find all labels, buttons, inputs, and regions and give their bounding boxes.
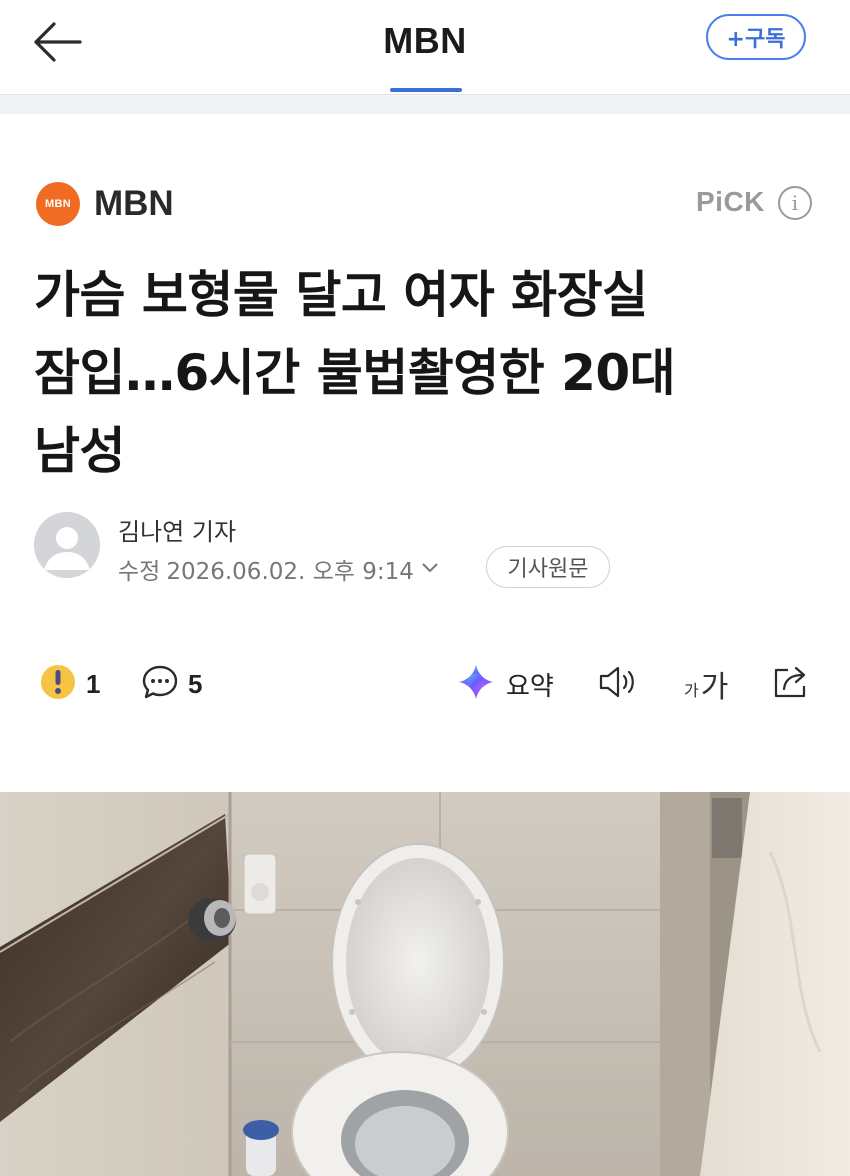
reaction-count: 1 <box>86 668 101 699</box>
font-size-large-label: 가 <box>700 670 729 705</box>
section-divider <box>0 94 850 114</box>
original-article-button[interactable]: 기사원문 <box>486 546 610 588</box>
summary-button[interactable]: 요약 <box>456 656 554 712</box>
modified-label: 수정 <box>118 559 161 585</box>
article-headline: 가슴 보형물 달고 여자 화장실 잠입…6시간 불법촬영한 20대 남성 <box>34 256 824 490</box>
info-icon[interactable]: i <box>778 186 812 220</box>
summary-label: 요약 <box>506 671 554 702</box>
article-action-bar: 1 5 요약 가 가 <box>0 656 850 716</box>
article-photo[interactable] <box>0 792 850 1176</box>
headline-line: 가슴 보형물 달고 여자 화장실 <box>34 266 648 324</box>
ai-summary-icon <box>456 662 496 706</box>
listen-button[interactable] <box>596 656 640 712</box>
comment-icon <box>140 662 180 706</box>
headline-line: 잠입…6시간 불법촬영한 20대 <box>34 344 676 402</box>
comment-button[interactable]: 5 <box>140 656 202 712</box>
reporter-name[interactable]: 김나연 기자 <box>118 512 236 547</box>
share-button[interactable] <box>770 656 814 712</box>
top-nav: MBN +구독 <box>0 0 850 94</box>
pick-badge: PiCK <box>696 186 765 217</box>
subscribe-button[interactable]: +구독 <box>706 14 806 60</box>
speaker-icon <box>596 662 640 706</box>
avatar-icon[interactable] <box>34 512 100 578</box>
reaction-icon <box>38 660 78 708</box>
reaction-button[interactable]: 1 <box>38 656 100 712</box>
headline-line: 남성 <box>34 422 126 480</box>
modified-datetime: 2026.06.02. 오후 9:14 <box>166 559 414 585</box>
nav-active-indicator <box>390 88 462 92</box>
font-size-small-label: 가 <box>684 681 699 700</box>
comment-count: 5 <box>188 668 203 699</box>
article-meta[interactable]: 수정 2026.06.02. 오후 9:14 <box>118 552 440 586</box>
share-icon <box>770 662 814 706</box>
press-name[interactable]: MBN <box>94 184 174 224</box>
press-logo[interactable]: MBN <box>36 182 80 226</box>
font-size-button[interactable]: 가 가 <box>684 656 728 712</box>
chevron-down-icon[interactable] <box>420 559 440 580</box>
